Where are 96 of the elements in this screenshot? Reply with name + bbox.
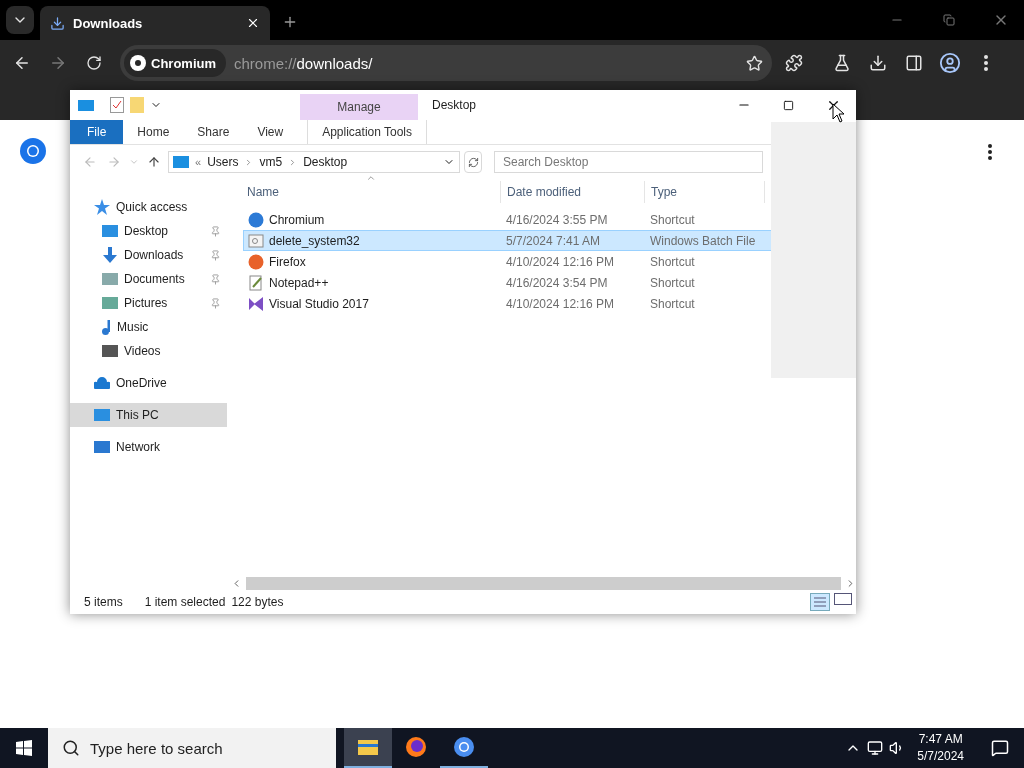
nav-item[interactable]: Desktop	[70, 219, 227, 243]
nav-item[interactable]: Quick access	[70, 195, 227, 219]
nav-item[interactable]: Documents	[70, 267, 227, 291]
type-cell-text: Shortcut	[649, 296, 696, 311]
nav-item[interactable]: Music	[70, 315, 227, 339]
column-header[interactable]: Name	[227, 181, 501, 203]
puzzle-icon	[785, 54, 803, 72]
overflow-chevron[interactable]: «	[195, 156, 202, 168]
forward-arrow-icon	[49, 54, 67, 72]
breadcrumb[interactable]: Desktop	[303, 155, 348, 169]
ribbon-tab[interactable]: Application Tools	[307, 120, 428, 144]
avatar-icon	[939, 52, 961, 74]
download-icon	[869, 54, 887, 72]
file-row[interactable]: Notepad++ 4/16/2024 3:54 PM Shortcut	[243, 272, 773, 293]
file-row[interactable]: Visual Studio 2017 4/10/2024 12:16 PM Shortcut	[243, 293, 773, 314]
nav-item[interactable]: OneDrive	[70, 371, 227, 395]
star-icon	[94, 199, 110, 215]
type-cell-text: Shortcut	[649, 212, 696, 227]
large-icons-view-icon[interactable]	[834, 593, 852, 605]
browser-logo-icon	[130, 55, 146, 71]
file-menu-tab[interactable]: File	[70, 120, 124, 144]
side-panel-icon	[905, 54, 923, 72]
flask-icon	[833, 54, 851, 72]
pin-icon	[210, 273, 221, 285]
folder-app-icon[interactable]	[344, 728, 392, 768]
context-tab-header: Manage	[300, 94, 418, 120]
reload-icon	[86, 55, 102, 71]
menu-icon	[988, 144, 992, 160]
file-name: Visual Studio 2017	[269, 296, 369, 311]
search-field[interactable]: Search Desktop	[494, 151, 763, 173]
address-bar[interactable]: Chromium chrome://downloads/	[120, 45, 772, 81]
tab-search-button[interactable]	[6, 6, 34, 34]
file-name: Firefox	[269, 254, 306, 269]
chat-bubble-icon	[991, 739, 1009, 757]
mouse-cursor-icon	[832, 103, 846, 123]
address-field[interactable]: « Users vm5 Desktop	[168, 151, 460, 173]
taskbar-search-field[interactable]: Type here to search	[48, 728, 336, 768]
clock[interactable]: 7:47 AM 5/7/2024	[911, 731, 970, 765]
breadcrumb[interactable]: Users	[207, 155, 239, 169]
nav-item[interactable]: This PC	[70, 403, 227, 427]
nav-item[interactable]: Downloads	[70, 243, 227, 267]
pin-icon	[210, 225, 221, 237]
status-text: 122 bytes	[231, 595, 284, 609]
file-name: delete_system32	[269, 233, 360, 248]
file-name: Chromium	[269, 212, 325, 227]
file-name: Notepad++	[269, 275, 329, 290]
browser-logo-icon	[20, 138, 46, 164]
column-header[interactable]: Type	[645, 181, 765, 203]
windows-logo-icon	[16, 740, 32, 756]
close-icon	[246, 16, 260, 30]
date-cell-text: 4/10/2024 12:16 PM	[505, 254, 616, 269]
restore-icon	[943, 14, 955, 26]
sort-indicator-icon	[366, 173, 376, 183]
status-text: 5 items	[84, 595, 123, 609]
download-icon	[50, 15, 65, 31]
breadcrumb[interactable]: vm5	[259, 155, 283, 169]
down-arrow-icon	[102, 247, 118, 263]
date-cell-text: 4/16/2024 3:54 PM	[505, 275, 609, 290]
type-cell-text: Shortcut	[649, 275, 696, 290]
type-cell-text: Windows Batch File	[649, 233, 757, 248]
search-icon	[62, 739, 80, 757]
scrollbar-thumb[interactable]	[246, 576, 841, 590]
chevron-down-icon	[129, 157, 139, 167]
desktop-icon	[102, 223, 118, 239]
music-note-icon	[102, 319, 111, 335]
type-cell-text: Shortcut	[649, 254, 696, 269]
properties-icon[interactable]	[110, 97, 124, 113]
status-text: 1 item selected	[144, 595, 226, 609]
refresh-icon	[467, 156, 479, 168]
monitor-icon	[78, 99, 94, 111]
nav-item[interactable]: Network	[70, 435, 227, 459]
column-header[interactable]: Date modified	[501, 181, 645, 203]
maximize-icon	[783, 99, 794, 111]
cloud-icon	[94, 375, 110, 391]
monitor-icon	[94, 407, 110, 423]
plus-icon	[282, 14, 298, 30]
pin-icon	[210, 297, 221, 309]
star-icon	[745, 54, 763, 72]
refresh-button[interactable]	[464, 151, 482, 173]
date-cell-text: 4/10/2024 12:16 PM	[505, 296, 616, 311]
monitor-icon	[173, 156, 189, 168]
file-row[interactable]: delete_system32 5/7/2024 7:41 AM Windows Batch File	[243, 230, 773, 251]
notepad-icon	[248, 274, 264, 291]
nav-item[interactable]: Videos	[70, 339, 227, 363]
url-text: chrome://downloads/	[234, 54, 374, 72]
pin-icon	[210, 249, 221, 261]
date-cell-text: 5/7/2024 7:41 AM	[505, 233, 602, 248]
file-row[interactable]: Firefox 4/10/2024 12:16 PM Shortcut	[243, 251, 773, 272]
batch-file-icon	[248, 232, 264, 249]
menu-icon	[984, 55, 988, 71]
nav-item[interactable]: Pictures	[70, 291, 227, 315]
window-title: Desktop	[432, 98, 478, 112]
site-chip[interactable]: Chromium	[124, 49, 226, 77]
date-cell-text: 4/16/2024 3:55 PM	[505, 212, 609, 227]
browser-tab[interactable]: Downloads	[40, 6, 270, 40]
file-row[interactable]: Chromium 4/16/2024 3:55 PM Shortcut	[243, 209, 773, 230]
